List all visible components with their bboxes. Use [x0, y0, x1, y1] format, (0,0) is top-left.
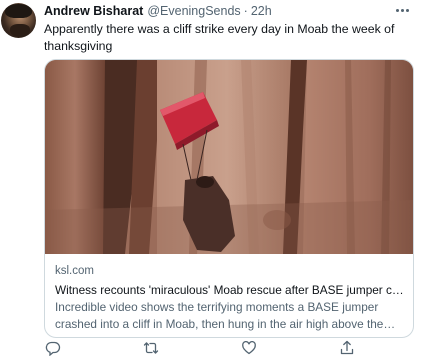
card-meta: ksl.com Witness recounts 'miraculous' Mo… — [55, 264, 405, 332]
tweet-header: Andrew Bisharat @EveningSends · 22h — [44, 2, 272, 20]
card-image[interactable] — [45, 60, 413, 254]
tweet-text: Apparently there was a cliff strike ever… — [44, 22, 395, 53]
tweet[interactable]: Andrew Bisharat @EveningSends · 22h Appa… — [0, 0, 426, 359]
avatar[interactable] — [1, 3, 36, 38]
reply-icon[interactable] — [45, 340, 61, 356]
avatar-hair — [5, 4, 32, 18]
author-handle[interactable]: @EveningSends — [147, 4, 240, 18]
heart-icon[interactable] — [241, 340, 257, 356]
card-description: Incredible video shows the terrifying mo… — [55, 300, 384, 331]
more-horizontal-icon[interactable] — [396, 6, 412, 14]
link-card[interactable]: ksl.com Witness recounts 'miraculous' Mo… — [44, 59, 414, 338]
retweet-icon[interactable] — [143, 340, 159, 356]
share-icon[interactable] — [339, 340, 355, 356]
author-name[interactable]: Andrew Bisharat — [44, 4, 143, 18]
separator-dot: · — [243, 4, 248, 18]
card-domain: ksl.com — [55, 265, 94, 277]
card-title[interactable]: Witness recounts 'miraculous' Moab rescu… — [55, 282, 405, 298]
tweet-timestamp[interactable]: 22h — [251, 4, 272, 18]
avatar-beard — [10, 24, 30, 37]
tweet-actions — [44, 340, 414, 358]
